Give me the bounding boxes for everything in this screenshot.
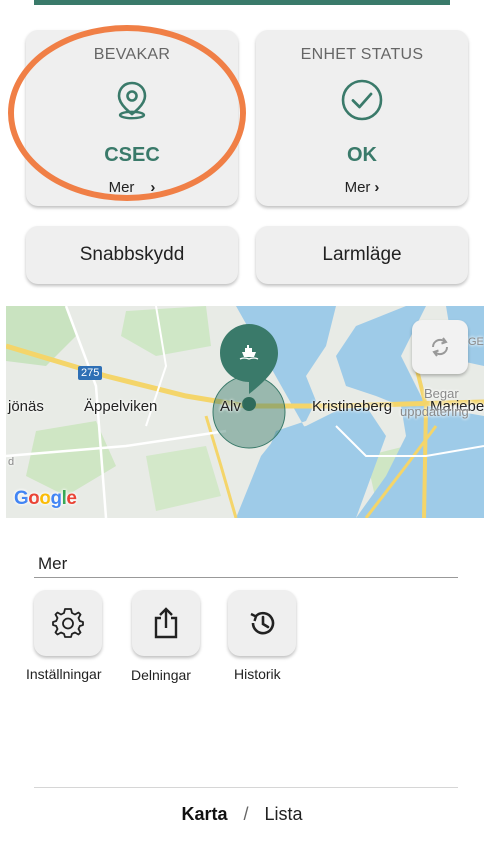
refresh-icon xyxy=(431,337,449,357)
bottom-nav: Karta / Lista xyxy=(0,804,484,825)
guarding-more-link[interactable]: Mer › xyxy=(26,179,238,196)
device-status-card-title: ENHET STATUS xyxy=(300,46,424,63)
map-refresh-button[interactable] xyxy=(412,320,468,374)
more-section-divider xyxy=(34,577,458,578)
gear-icon xyxy=(52,608,84,638)
device-status-more-link[interactable]: Mer › xyxy=(256,179,468,196)
map-label-appelviken: Äppelviken xyxy=(84,398,158,415)
history-icon xyxy=(250,611,275,635)
chevron-right-icon: › xyxy=(150,179,156,196)
sharing-button[interactable] xyxy=(132,590,200,656)
settings-button[interactable] xyxy=(34,590,102,656)
map-label-kristineberg: Kristineberg xyxy=(312,398,393,415)
settings-label: Inställningar xyxy=(26,666,102,682)
chevron-right-icon: › xyxy=(374,179,380,196)
boat-icon xyxy=(239,345,259,360)
guarding-card-title: BEVAKAR xyxy=(93,46,171,63)
more-section-label: Mer xyxy=(38,554,68,573)
device-status-more-label: Mer xyxy=(344,179,371,196)
history-label: Historik xyxy=(234,666,281,682)
top-accent-line xyxy=(34,0,450,5)
device-status-card[interactable]: ENHET STATUS OK Mer › xyxy=(256,30,468,206)
quick-protect-button[interactable]: Snabbskydd xyxy=(26,226,238,284)
check-circle-icon xyxy=(341,79,383,121)
map-label-uppdatering: uppdatering xyxy=(400,404,469,419)
sharing-label: Delningar xyxy=(131,667,191,683)
alarm-mode-button[interactable]: Larmläge xyxy=(256,226,468,284)
google-logo: Google xyxy=(14,488,77,509)
map-label-begar: Begar xyxy=(424,386,459,401)
map-view[interactable]: 275 jönäs Äppelviken Alv Kristineberg Ma… xyxy=(6,306,484,518)
map-label-alvik: Alv xyxy=(220,398,241,415)
guarding-value: CSEC xyxy=(104,144,160,166)
tab-separator: / xyxy=(243,804,249,824)
bottom-divider xyxy=(34,787,458,788)
location-pin-icon xyxy=(117,81,147,120)
guarding-card[interactable]: BEVAKAR CSEC Mer › xyxy=(26,30,238,206)
share-icon xyxy=(154,607,178,639)
map-label-edge-d: d xyxy=(8,456,15,468)
guarding-more-label: Mer xyxy=(108,179,135,196)
road-shield-275: 275 xyxy=(78,366,103,380)
tab-list[interactable]: Lista xyxy=(265,804,303,824)
map-label-edge-ge: GE xyxy=(468,336,484,348)
history-button[interactable] xyxy=(228,590,296,656)
map-label-jonas: jönäs xyxy=(8,398,44,415)
tab-map[interactable]: Karta xyxy=(181,804,227,824)
device-status-value: OK xyxy=(347,144,377,166)
